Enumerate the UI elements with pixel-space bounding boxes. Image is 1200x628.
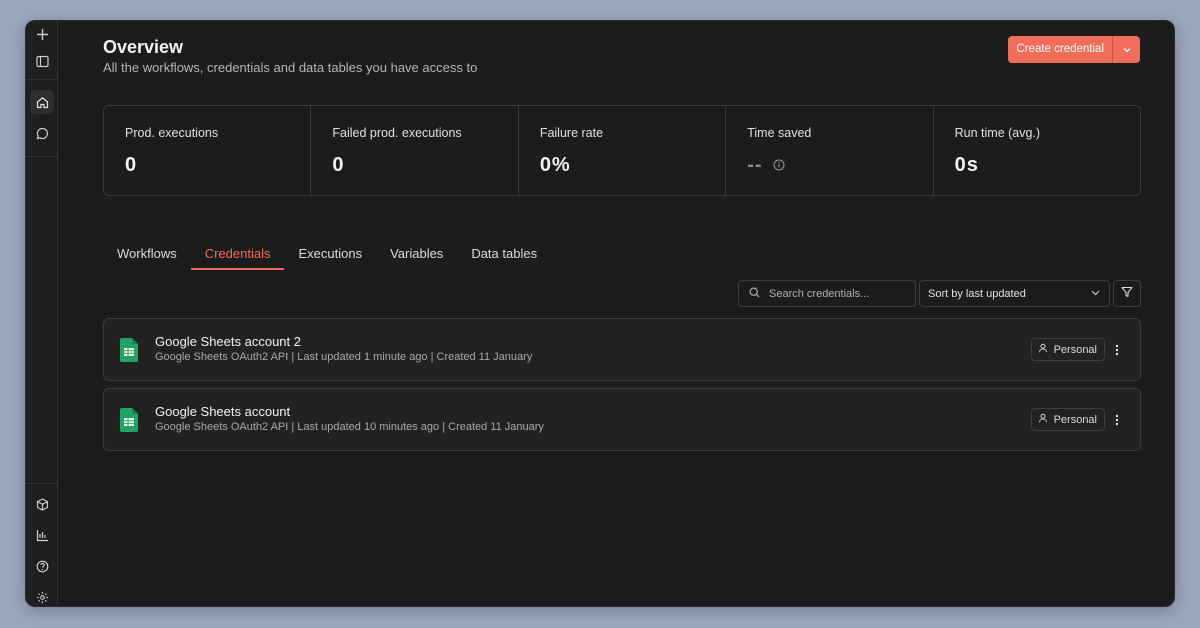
more-vertical-icon[interactable]: [1110, 341, 1124, 359]
help-icon[interactable]: [30, 554, 54, 578]
chevron-down-icon[interactable]: [1113, 36, 1140, 63]
sidebar-toggle-icon[interactable]: [30, 49, 54, 73]
stat-label: Failed prod. executions: [332, 126, 462, 140]
tab-credentials[interactable]: Credentials: [190, 245, 285, 270]
stat-value: 0s: [954, 154, 979, 176]
search-input[interactable]: [769, 287, 899, 300]
gear-icon[interactable]: [30, 585, 54, 606]
filter-icon: [1121, 285, 1133, 303]
stat-prod-executions: Prod. executions 0: [104, 106, 312, 195]
create-credential-label[interactable]: Create credential: [1008, 36, 1113, 63]
search-box[interactable]: [738, 280, 916, 307]
more-vertical-icon[interactable]: [1110, 411, 1124, 429]
bar-chart-icon[interactable]: [30, 523, 54, 547]
stat-time-saved: Time saved --: [726, 106, 934, 195]
stat-failed-executions: Failed prod. executions 0: [311, 106, 519, 195]
stats-panel: Prod. executions 0 Failed prod. executio…: [103, 105, 1141, 196]
google-sheets-icon: [120, 408, 138, 437]
stat-label: Failure rate: [539, 126, 604, 140]
sidebar: [26, 21, 58, 606]
owner-badge-label: Personal: [1053, 343, 1097, 356]
tab-workflows[interactable]: Workflows: [103, 245, 191, 270]
info-icon[interactable]: [773, 154, 785, 177]
tab-bar: Workflows Credentials Executions Variabl…: [103, 245, 551, 270]
sort-value: Sort by last updated: [928, 287, 1026, 300]
sort-select[interactable]: Sort by last updated: [919, 280, 1110, 307]
user-icon: [1038, 413, 1048, 426]
stat-label: Run time (avg.): [954, 126, 1041, 140]
credential-meta: Google Sheets OAuth2 API | Last updated …: [155, 421, 544, 433]
plus-icon[interactable]: [30, 22, 54, 46]
filter-button[interactable]: [1113, 280, 1141, 307]
credential-name[interactable]: Google Sheets account: [155, 404, 290, 419]
home-icon[interactable]: [30, 90, 54, 114]
owner-badge-label: Personal: [1053, 413, 1097, 426]
tab-variables[interactable]: Variables: [376, 245, 457, 270]
search-icon: [749, 285, 760, 303]
credential-row[interactable]: Google Sheets account 2 Google Sheets OA…: [103, 318, 1141, 381]
app-window: Overview All the workflows, credentials …: [25, 20, 1175, 607]
stat-label: Prod. executions: [125, 126, 219, 140]
cube-icon[interactable]: [30, 492, 54, 516]
stat-value: --: [747, 154, 763, 176]
stat-value: 0%: [539, 154, 571, 176]
credential-row[interactable]: Google Sheets account Google Sheets OAut…: [103, 388, 1141, 451]
chevron-down-icon: [1090, 287, 1101, 301]
google-sheets-icon: [120, 338, 138, 367]
owner-badge: Personal: [1030, 408, 1105, 431]
chat-icon[interactable]: [30, 121, 54, 145]
user-icon: [1038, 343, 1048, 356]
main-content: Overview All the workflows, credentials …: [58, 21, 1174, 606]
page-subtitle: All the workflows, credentials and data …: [103, 60, 478, 75]
create-credential-button[interactable]: Create credential: [1008, 36, 1140, 63]
stat-value: 0: [332, 154, 345, 176]
page-title: Overview: [103, 37, 184, 57]
stat-run-time: Run time (avg.) 0s: [934, 106, 1140, 195]
tab-executions[interactable]: Executions: [284, 245, 376, 270]
stat-label: Time saved: [747, 126, 812, 140]
credential-name[interactable]: Google Sheets account 2: [155, 334, 301, 349]
stat-failure-rate: Failure rate 0%: [519, 106, 727, 195]
stat-value: 0: [125, 154, 138, 176]
owner-badge: Personal: [1030, 338, 1105, 361]
credential-meta: Google Sheets OAuth2 API | Last updated …: [155, 351, 533, 363]
tab-data-tables[interactable]: Data tables: [457, 245, 551, 270]
